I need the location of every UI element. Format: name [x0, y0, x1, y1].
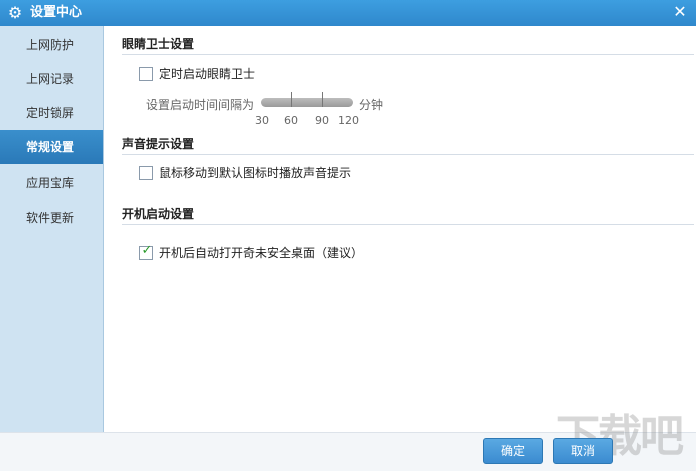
eye-guard-timer-label: 定时启动眼睛卫士 [159, 67, 256, 81]
slider-tick-mark [291, 92, 292, 107]
sidebar-item-app-store[interactable]: 应用宝库 [0, 166, 103, 200]
startup-desktop-label: 开机后自动打开奇未安全桌面（建议） [159, 246, 364, 260]
window-title: 设置中心 [30, 5, 83, 20]
sidebar-item-label: 上网记录 [26, 72, 75, 86]
sidebar: 上网防护 上网记录 定时锁屏 常规设置 应用宝库 软件更新 [0, 26, 104, 432]
sidebar-item-general-settings[interactable]: 常规设置 [0, 130, 103, 164]
slider-tick-mark [322, 92, 323, 107]
sidebar-item-label: 常规设置 [26, 140, 75, 154]
sidebar-item-label: 上网防护 [26, 38, 75, 52]
tick-label-120: 120 [338, 114, 359, 127]
section-divider [122, 224, 694, 225]
settings-window: ⚙ 设置中心 ✕ 上网防护 上网记录 定时锁屏 常规设置 应用宝库 软件更新 眼… [0, 0, 696, 471]
interval-unit: 分钟 [359, 98, 384, 112]
interval-label: 设置启动时间间隔为 [146, 98, 255, 112]
startup-desktop-checkbox[interactable]: ✓ [139, 243, 153, 260]
sidebar-item-web-history[interactable]: 上网记录 [0, 62, 103, 96]
sound-section-title: 声音提示设置 [122, 137, 195, 151]
sidebar-item-label: 定时锁屏 [26, 106, 75, 120]
tick-label-60: 60 [284, 114, 298, 127]
section-divider [122, 154, 694, 155]
ok-button[interactable]: 确定 [483, 438, 543, 464]
interval-slider[interactable] [261, 98, 353, 107]
tick-label-30: 30 [255, 114, 269, 127]
eye-guard-timer-checkbox[interactable] [139, 67, 153, 81]
close-icon[interactable]: ✕ [670, 2, 690, 22]
sidebar-item-label: 应用宝库 [26, 176, 75, 190]
cancel-button[interactable]: 取消 [553, 438, 613, 464]
startup-section-title: 开机启动设置 [122, 207, 195, 221]
section-divider [122, 54, 694, 55]
sidebar-item-web-protection[interactable]: 上网防护 [0, 28, 103, 62]
main-panel: 眼睛卫士设置 定时启动眼睛卫士 设置启动时间间隔为 分钟 30 60 90 12… [104, 26, 696, 432]
sidebar-item-scheduled-lock[interactable]: 定时锁屏 [0, 96, 103, 130]
title-bar[interactable]: ⚙ 设置中心 ✕ [0, 0, 696, 26]
sidebar-item-software-update[interactable]: 软件更新 [0, 201, 103, 235]
tick-label-90: 90 [315, 114, 329, 127]
sound-hover-label: 鼠标移动到默认图标时播放声音提示 [159, 166, 352, 180]
checkmark-icon: ✓ [141, 243, 153, 258]
sound-hover-checkbox[interactable] [139, 166, 153, 180]
gear-icon: ⚙ [7, 3, 23, 22]
eye-guard-section-title: 眼睛卫士设置 [122, 37, 195, 51]
sidebar-item-label: 软件更新 [26, 211, 75, 225]
